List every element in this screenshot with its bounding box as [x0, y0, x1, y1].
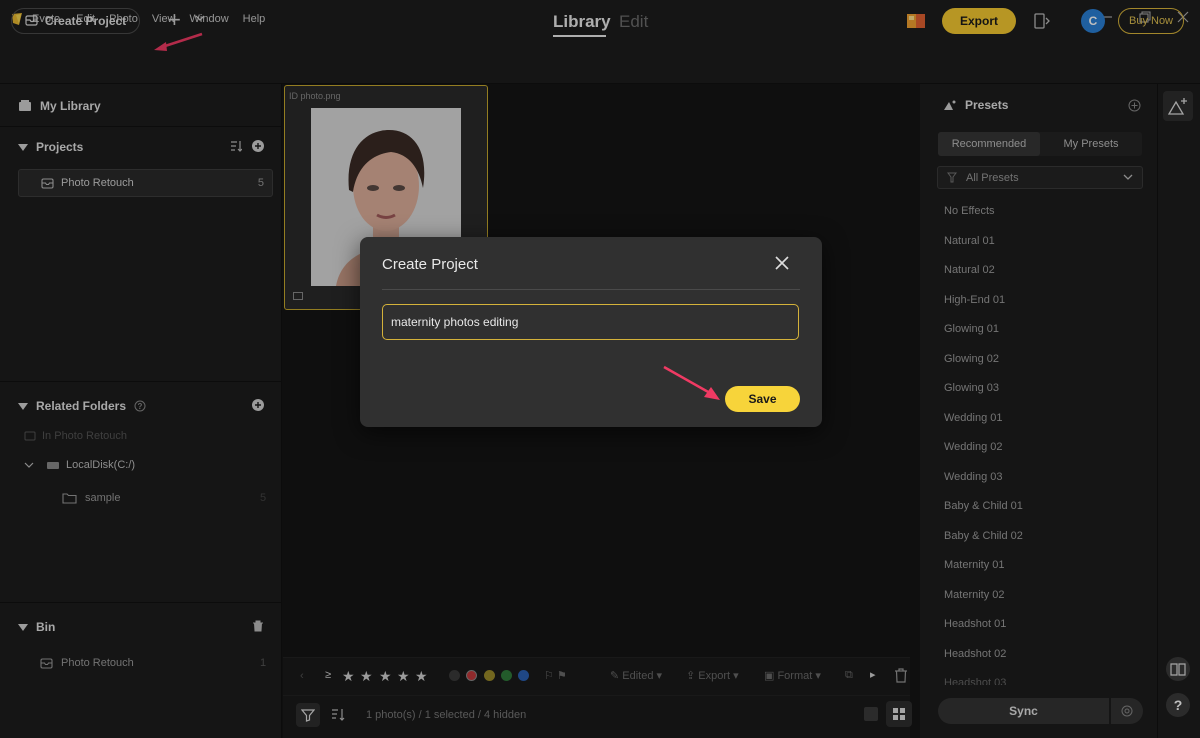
create-project-dialog: Create Project Save — [360, 237, 822, 427]
save-button[interactable]: Save — [725, 386, 800, 412]
annotation-arrow-icon — [663, 365, 720, 400]
project-name-input[interactable] — [382, 304, 799, 340]
dialog-divider — [382, 289, 800, 290]
close-icon[interactable] — [774, 255, 790, 271]
dialog-title: Create Project — [382, 256, 478, 273]
